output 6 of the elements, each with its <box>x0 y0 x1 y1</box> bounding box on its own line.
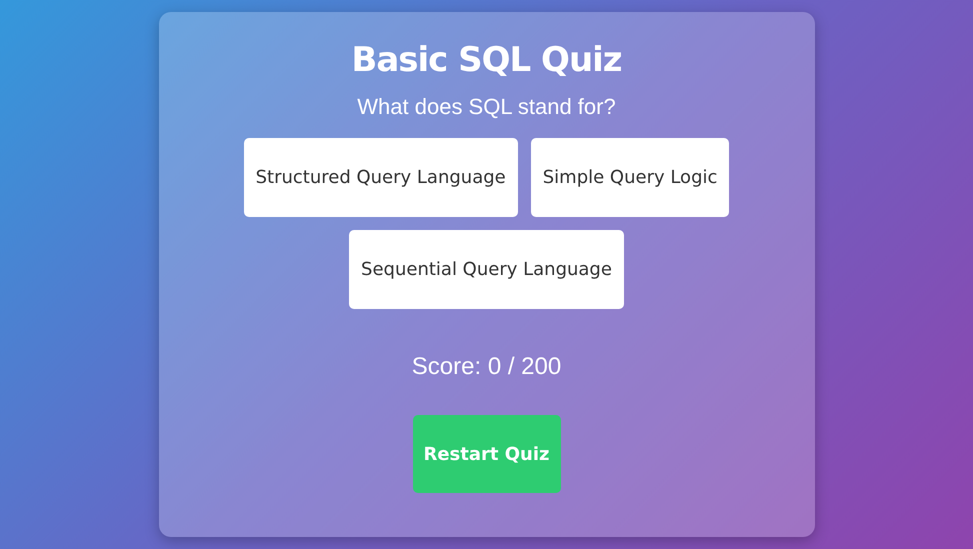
score-text: Score: 0 / 200 <box>412 353 562 381</box>
answer-option-button[interactable]: Structured Query Language <box>244 138 518 217</box>
quiz-title: Basic SQL Quiz <box>351 40 622 80</box>
answer-option-button[interactable]: Sequential Query Language <box>349 230 624 309</box>
answer-option-button[interactable]: Simple Query Logic <box>530 138 730 217</box>
question-text: What does SQL stand for? <box>357 94 616 120</box>
